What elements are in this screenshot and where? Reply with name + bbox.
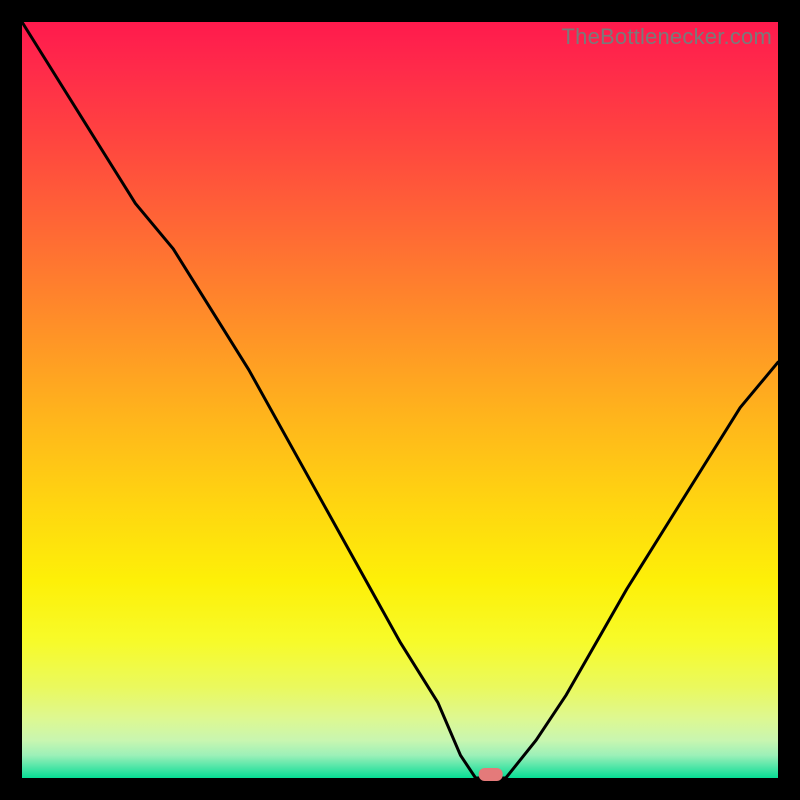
chart-frame: TheBottlenecker.com	[0, 0, 800, 800]
bottleneck-curve-svg	[22, 22, 778, 778]
bottleneck-curve-path	[22, 22, 778, 778]
optimal-marker	[479, 768, 503, 781]
plot-area: TheBottlenecker.com	[22, 22, 778, 778]
